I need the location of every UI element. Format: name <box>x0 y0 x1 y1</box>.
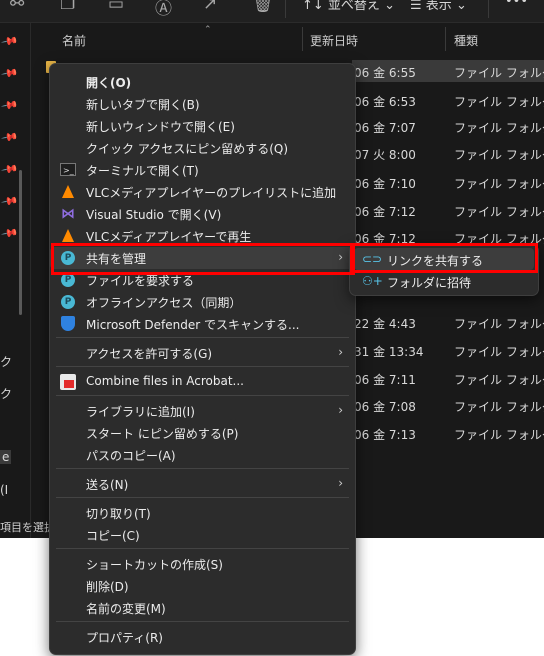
navigation-pane: 📌 📌 📌 📌 📌 📌 📌 ク ク e (I <box>0 23 30 538</box>
table-row[interactable]: 06 金 6:53ファイル フォルダー <box>352 89 544 111</box>
sort-button[interactable]: ↑↓ 並べ替え ⌄ <box>302 0 395 13</box>
menu-divider <box>56 497 349 498</box>
submenu-item-invite-folder[interactable]: ⚇+ フォルダに招待 <box>354 270 534 292</box>
vlc-icon <box>62 229 74 242</box>
pin-icon: 📌 <box>0 224 20 243</box>
menu-item-pin-quick-access[interactable]: クイック アクセスにピン留めする(Q) <box>50 137 355 159</box>
submenu-item-share-link[interactable]: ⊂⊃ リンクを共有する <box>354 248 534 270</box>
table-row[interactable]: 06 金 7:10ファイル フォルダー <box>352 171 544 193</box>
column-header: ⌃ 名前 更新日時 種類 <box>31 23 544 53</box>
column-divider[interactable] <box>302 27 303 51</box>
menu-divider <box>56 548 349 549</box>
menu-item-offline-access[interactable]: P オフラインアクセス（同期） <box>50 291 355 313</box>
menu-item-create-shortcut[interactable]: ショートカットの作成(S) <box>50 553 355 575</box>
add-person-icon: ⚇+ <box>362 274 383 288</box>
share-icon[interactable]: ⚯ <box>10 0 24 14</box>
menu-item-open-new-window[interactable]: 新しいウィンドウで開く(E) <box>50 115 355 137</box>
pin-icon: 📌 <box>0 160 20 179</box>
link-share-icon: ⊂⊃ <box>362 252 383 266</box>
menu-item-open-visual-studio[interactable]: ⋈ Visual Studio で開く(V) <box>50 203 355 225</box>
sort-indicator-icon: ⌃ <box>204 25 212 35</box>
trash-icon[interactable]: 🗑 <box>252 0 274 14</box>
table-row[interactable]: 31 金 13:34ファイル フォルダー <box>352 339 544 361</box>
sidebar-item-label[interactable]: ク <box>0 353 12 370</box>
context-menu: 開く(O) 新しいタブで開く(B) 新しいウィンドウで開く(E) クイック アク… <box>49 63 356 655</box>
pane-divider[interactable] <box>30 23 31 538</box>
chevron-right-icon: › <box>338 403 343 417</box>
menu-divider <box>56 366 349 367</box>
table-row[interactable]: 06 金 7:08ファイル フォルダー <box>352 394 544 416</box>
share-submenu: ⊂⊃ リンクを共有する ⚇+ フォルダに招待 <box>349 244 539 296</box>
menu-item-rename[interactable]: 名前の変更(M) <box>50 597 355 619</box>
menu-item-manage-sharing[interactable]: P 共有を管理 › <box>50 247 355 269</box>
command-bar: ⚯ ❐ ▭ Ⓐ ↗ 🗑 ↑↓ 並べ替え ⌄ ☰ 表示 ⌄ ••• <box>0 0 544 23</box>
sidebar-item-label[interactable]: e <box>0 450 12 464</box>
table-row[interactable]: 06 金 6:55ファイル フォルダー <box>352 60 544 82</box>
menu-item-vlc-play[interactable]: VLCメディアプレイヤーで再生 <box>50 225 355 247</box>
paste-icon[interactable]: ▭ <box>108 0 124 14</box>
chevron-right-icon: › <box>338 345 343 359</box>
menu-item-add-library[interactable]: ライブラリに追加(I) › <box>50 400 355 422</box>
chevron-right-icon: › <box>338 250 343 264</box>
pin-icon: 📌 <box>0 192 20 211</box>
column-date[interactable]: 更新日時 <box>310 32 358 49</box>
menu-item-combine-acrobat[interactable]: Combine files in Acrobat... <box>50 371 355 393</box>
table-row[interactable]: 22 金 4:43ファイル フォルダー <box>352 311 544 333</box>
visual-studio-icon: ⋈ <box>61 206 75 222</box>
menu-item-copy-path[interactable]: パスのコピー(A) <box>50 444 355 466</box>
menu-divider <box>56 395 349 396</box>
menu-item-send-to[interactable]: 送る(N) › <box>50 473 355 495</box>
menu-item-vlc-playlist[interactable]: VLCメディアプレイヤーのプレイリストに追加 <box>50 181 355 203</box>
defender-shield-icon <box>61 316 75 331</box>
pin-icon: 📌 <box>0 128 20 147</box>
status-bar-text: 項目を選択 <box>0 521 55 534</box>
vlc-icon <box>62 185 74 198</box>
onedrive-people-icon: P <box>61 273 75 287</box>
toolbar-divider <box>488 0 489 18</box>
menu-item-copy[interactable]: コピー(C) <box>50 524 355 546</box>
toolbar-divider <box>285 0 286 18</box>
copy-icon[interactable]: ❐ <box>60 0 75 14</box>
pin-icon: 📌 <box>0 32 20 51</box>
menu-divider <box>56 468 349 469</box>
onedrive-people-icon: P <box>61 251 75 265</box>
more-options-button[interactable]: ••• <box>505 0 528 9</box>
menu-divider <box>56 621 349 622</box>
column-name[interactable]: 名前 <box>62 32 86 49</box>
menu-item-give-access[interactable]: アクセスを許可する(G) › <box>50 342 355 364</box>
menu-divider <box>56 337 349 338</box>
terminal-icon: >_ <box>60 163 76 176</box>
menu-item-open-new-tab[interactable]: 新しいタブで開く(B) <box>50 93 355 115</box>
sidebar-item-label[interactable]: ク <box>0 385 12 402</box>
pin-icon: 📌 <box>0 64 20 83</box>
view-button[interactable]: ☰ 表示 ⌄ <box>410 0 467 13</box>
chevron-right-icon: › <box>338 476 343 490</box>
share-out-icon[interactable]: ↗ <box>203 0 217 14</box>
acrobat-icon <box>60 374 76 390</box>
menu-item-pin-start[interactable]: スタート にピン留めする(P) <box>50 422 355 444</box>
menu-item-defender-scan[interactable]: Microsoft Defender でスキャンする... <box>50 313 355 335</box>
menu-item-delete[interactable]: 削除(D) <box>50 575 355 597</box>
table-row[interactable]: 06 金 7:07ファイル フォルダー <box>352 115 544 137</box>
table-row[interactable]: 06 金 7:11ファイル フォルダー <box>352 367 544 389</box>
menu-item-open[interactable]: 開く(O) <box>50 71 355 93</box>
table-row[interactable]: 06 金 7:12ファイル フォルダー <box>352 199 544 221</box>
column-type[interactable]: 種類 <box>454 32 478 49</box>
menu-item-cut[interactable]: 切り取り(T) <box>50 502 355 524</box>
menu-item-request-files[interactable]: P ファイルを要求する <box>50 269 355 291</box>
menu-item-open-terminal[interactable]: >_ ターミナルで開く(T) <box>50 159 355 181</box>
sidebar-item-label[interactable]: (I <box>0 483 8 497</box>
column-divider[interactable] <box>445 27 446 51</box>
pin-icon: 📌 <box>0 96 20 115</box>
rename-icon[interactable]: Ⓐ <box>155 0 172 19</box>
table-row[interactable]: 06 金 7:13ファイル フォルダー <box>352 422 544 444</box>
menu-item-properties[interactable]: プロパティ(R) <box>50 626 355 648</box>
sidebar-scrollbar[interactable] <box>19 170 22 315</box>
table-row[interactable]: 07 火 8:00ファイル フォルダー <box>352 142 544 164</box>
onedrive-people-icon: P <box>61 295 75 309</box>
